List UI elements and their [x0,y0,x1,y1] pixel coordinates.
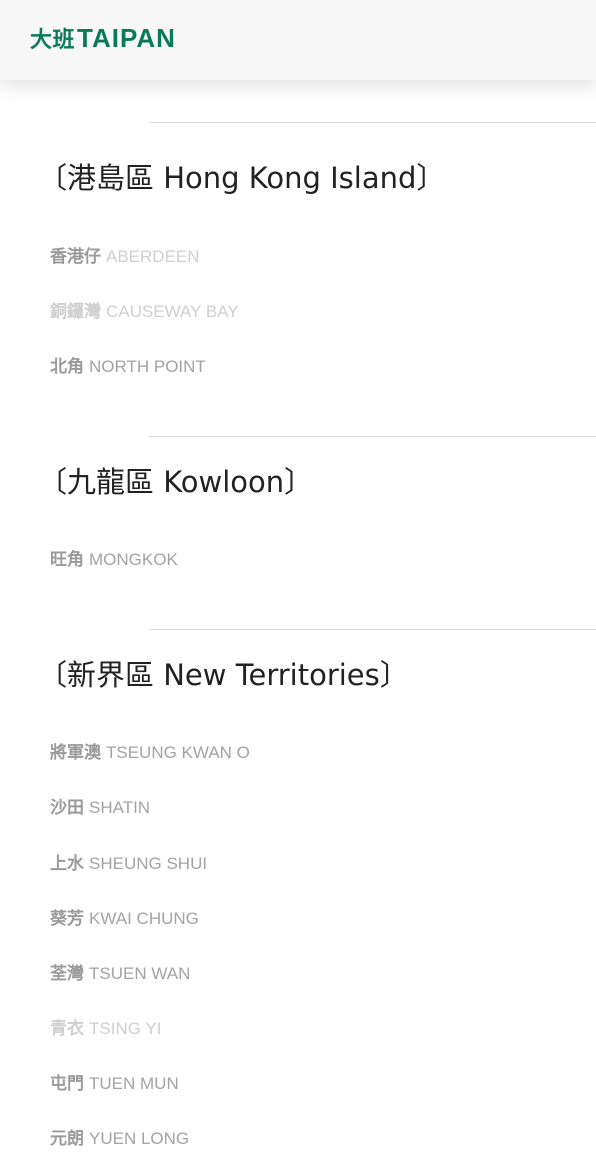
location-link-mongkok[interactable]: 旺角 MONGKOK [50,545,178,570]
location-zh: 香港仔 [50,247,101,267]
location-en: TSUEN WAN [89,964,191,983]
location-zh: 銅鑼灣 [50,302,101,322]
location-link-yuen-long[interactable]: 元朗 YUEN LONG [50,1124,189,1149]
section-title: 〔新界區 New Territories〕 [38,658,409,692]
location-zh: 屯門 [50,1074,84,1094]
location-zh: 荃灣 [50,964,84,984]
location-zh: 北角 [50,357,84,377]
section-divider [149,629,596,630]
location-en: NORTH POINT [89,357,206,376]
location-zh: 元朗 [50,1129,84,1149]
location-zh: 青衣 [50,1019,84,1039]
location-zh: 葵芳 [50,909,84,929]
location-en: SHEUNG SHUI [89,854,208,873]
location-en: CAUSEWAY BAY [106,302,239,321]
location-link-causeway-bay[interactable]: 銅鑼灣 CAUSEWAY BAY [50,297,239,322]
location-link-tsing-yi[interactable]: 青衣 TSING YI [50,1014,161,1039]
location-link-sheung-shui[interactable]: 上水 SHEUNG SHUI [50,849,207,874]
location-en: TSING YI [89,1019,162,1038]
site-header: 大班 TAIPAN [0,0,596,80]
location-zh: 旺角 [50,550,84,570]
section-title: 〔九龍區 Kowloon〕 [38,465,314,499]
location-link-kwai-chung[interactable]: 葵芳 KWAI CHUNG [50,904,199,929]
location-link-aberdeen[interactable]: 香港仔 ABERDEEN [50,242,200,267]
logo-chinese-text: 大班 [30,27,76,52]
location-en: MONGKOK [89,550,178,569]
location-en: TUEN MUN [89,1074,179,1093]
location-en: ABERDEEN [106,247,200,266]
location-link-north-point[interactable]: 北角 NORTH POINT [50,352,206,377]
location-link-tsuen-wan[interactable]: 荃灣 TSUEN WAN [50,959,190,984]
location-link-tuen-mun[interactable]: 屯門 TUEN MUN [50,1069,179,1094]
location-en: SHATIN [89,798,151,817]
location-link-tseung-kwan-o[interactable]: 將軍澳 TSEUNG KWAN O [50,738,250,763]
logo-english-text: TAIPAN [77,22,176,53]
section-title: 〔港島區 Hong Kong Island〕 [38,161,446,195]
location-zh: 上水 [50,854,84,874]
location-zh: 將軍澳 [50,743,101,763]
section-divider [149,436,596,437]
taipan-logo[interactable]: 大班 TAIPAN [30,22,176,54]
location-en: YUEN LONG [89,1129,190,1148]
location-en: TSEUNG KWAN O [106,743,250,762]
location-zh: 沙田 [50,798,84,818]
location-link-shatin[interactable]: 沙田 SHATIN [50,793,150,818]
section-divider [149,122,596,123]
location-en: KWAI CHUNG [89,909,199,928]
